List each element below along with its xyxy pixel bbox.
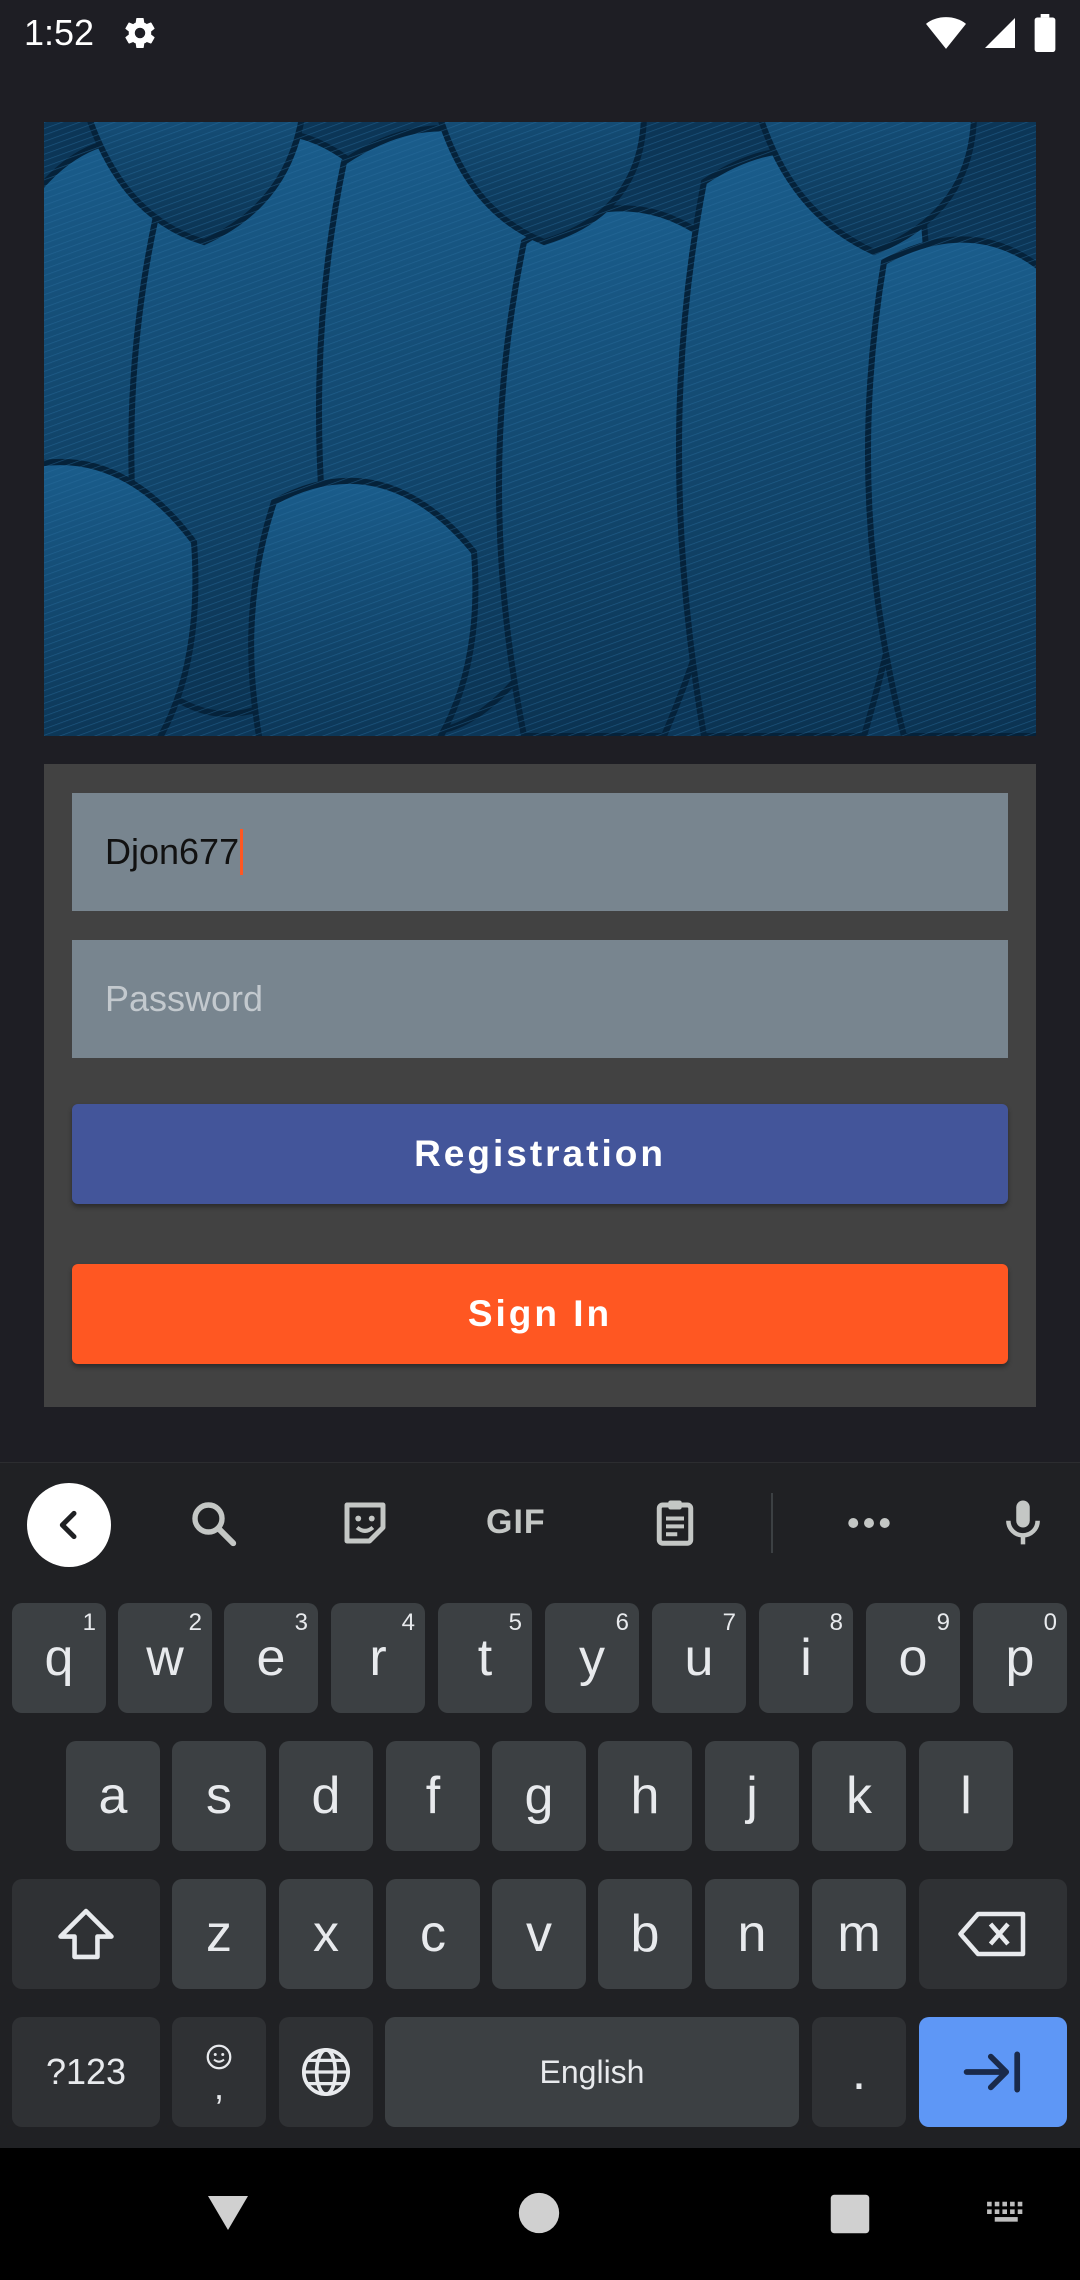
toolbar-divider: [771, 1493, 773, 1553]
shift-key[interactable]: [12, 1879, 160, 1989]
key-hint: 0: [1043, 1609, 1057, 1636]
hero-feather-image: [44, 122, 1036, 736]
key-s[interactable]: s: [172, 1741, 266, 1851]
keyboard-toolbar: GIF: [0, 1463, 1080, 1585]
key-t[interactable]: t5: [438, 1603, 532, 1713]
symbols-key[interactable]: ?123: [12, 2017, 160, 2127]
key-hint: 9: [936, 1609, 950, 1636]
key-label: q: [44, 1629, 74, 1687]
language-key[interactable]: [279, 2017, 373, 2127]
back-triangle-icon[interactable]: [203, 2190, 253, 2239]
soft-keyboard: GIF q1 w2 e3 r4 t5 y6 u7 i8 o9 p0 a s d …: [0, 1462, 1080, 2148]
key-r[interactable]: r4: [331, 1603, 425, 1713]
key-j[interactable]: j: [705, 1741, 799, 1851]
password-field[interactable]: Password: [72, 940, 1008, 1058]
text-caret: [240, 829, 244, 875]
key-u[interactable]: u7: [652, 1603, 746, 1713]
key-q[interactable]: q1: [12, 1603, 106, 1713]
key-hint: 2: [188, 1609, 202, 1636]
key-g[interactable]: g: [492, 1741, 586, 1851]
wifi-icon: [926, 15, 966, 51]
backspace-icon: [958, 1911, 1026, 1957]
key-label: o: [898, 1629, 928, 1687]
key-label: p: [1005, 1629, 1035, 1687]
key-z[interactable]: z: [172, 1879, 266, 1989]
key-hint: 5: [508, 1609, 522, 1636]
search-icon[interactable]: [186, 1493, 240, 1558]
battery-icon: [1034, 14, 1056, 52]
key-label: e: [256, 1629, 286, 1687]
gif-icon[interactable]: GIF: [486, 1503, 546, 1542]
key-d[interactable]: d: [279, 1741, 373, 1851]
comma-label: ,: [213, 2066, 224, 2107]
home-circle-icon[interactable]: [517, 2191, 561, 2240]
key-l[interactable]: l: [919, 1741, 1013, 1851]
key-e[interactable]: e3: [224, 1603, 318, 1713]
username-value: Djon677: [105, 831, 240, 872]
key-label: w: [146, 1629, 184, 1687]
registration-button[interactable]: Registration: [72, 1104, 1008, 1204]
key-f[interactable]: f: [386, 1741, 480, 1851]
clipboard-icon[interactable]: [648, 1493, 702, 1558]
period-key[interactable]: .: [812, 2017, 906, 2127]
navigation-bar: [0, 2148, 1080, 2280]
key-o[interactable]: o9: [866, 1603, 960, 1713]
key-label: i: [800, 1629, 812, 1687]
username-field[interactable]: Djon677: [72, 793, 1008, 911]
recents-square-icon[interactable]: [829, 2193, 871, 2240]
key-b[interactable]: b: [598, 1879, 692, 1989]
key-c[interactable]: c: [386, 1879, 480, 1989]
key-label: u: [684, 1629, 714, 1687]
keyboard-switch-icon[interactable]: [984, 2198, 1030, 2235]
sign-in-button[interactable]: Sign In: [72, 1264, 1008, 1364]
space-key[interactable]: English: [385, 2017, 799, 2127]
tab-next-icon: [963, 2051, 1021, 2093]
key-hint: 4: [401, 1609, 415, 1636]
key-hint: 3: [294, 1609, 308, 1636]
status-time: 1:52: [24, 12, 95, 53]
key-n[interactable]: n: [705, 1879, 799, 1989]
emoji-comma-key[interactable]: ,: [172, 2017, 266, 2127]
backspace-key[interactable]: [919, 1879, 1067, 1989]
password-placeholder: Password: [105, 978, 264, 1019]
login-card: Djon677 Password Registration Sign In: [44, 764, 1036, 1407]
key-label: t: [477, 1629, 493, 1687]
cell-signal-icon: [982, 15, 1018, 51]
status-left: 1:52: [24, 12, 158, 54]
sticker-icon[interactable]: [338, 1493, 392, 1558]
key-hint: 8: [829, 1609, 843, 1636]
key-h[interactable]: h: [598, 1741, 692, 1851]
key-label: r: [369, 1629, 387, 1687]
key-label: y: [579, 1629, 605, 1687]
status-right: [926, 14, 1056, 52]
key-i[interactable]: i8: [759, 1603, 853, 1713]
key-hint: 1: [82, 1609, 96, 1636]
more-icon[interactable]: [842, 1493, 896, 1558]
next-action-key[interactable]: [919, 2017, 1067, 2127]
key-a[interactable]: a: [66, 1741, 160, 1851]
key-p[interactable]: p0: [973, 1603, 1067, 1713]
settings-gear-icon: [122, 15, 158, 51]
status-bar: 1:52: [0, 0, 1080, 66]
globe-icon: [301, 2047, 351, 2097]
mic-icon[interactable]: [996, 1493, 1050, 1558]
key-v[interactable]: v: [492, 1879, 586, 1989]
key-hint: 6: [615, 1609, 629, 1636]
key-w[interactable]: w2: [118, 1603, 212, 1713]
key-m[interactable]: m: [812, 1879, 906, 1989]
key-k[interactable]: k: [812, 1741, 906, 1851]
key-x[interactable]: x: [279, 1879, 373, 1989]
key-hint: 7: [722, 1609, 736, 1636]
key-y[interactable]: y6: [545, 1603, 639, 1713]
shift-icon: [58, 1908, 114, 1960]
back-chevron-icon[interactable]: [27, 1483, 111, 1567]
